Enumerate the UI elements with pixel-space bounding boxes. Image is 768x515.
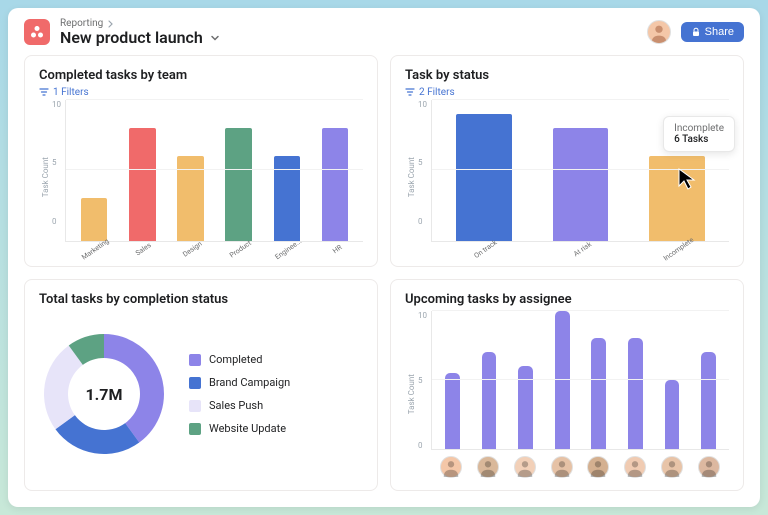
y-ticks: 10 5 0 <box>418 100 431 254</box>
assignee-avatar[interactable] <box>661 456 683 478</box>
legend-label: Brand Campaign <box>209 376 290 389</box>
y-ticks: 10 5 0 <box>418 311 431 478</box>
filter-icon <box>405 87 415 97</box>
legend-label: Completed <box>209 353 262 366</box>
ytick: 10 <box>418 100 427 109</box>
cursor-icon <box>675 166 703 194</box>
assignee-avatar[interactable] <box>587 456 609 478</box>
x-labels: MarketingSalesDesignProductEnginee...HR <box>65 242 363 254</box>
header: Reporting New product launch Share <box>8 8 760 55</box>
y-axis-label: Task Count <box>39 100 52 254</box>
assignee-avatar[interactable] <box>440 456 462 478</box>
bar <box>81 198 108 240</box>
ytick: 5 <box>52 158 61 167</box>
tooltip-title: Incomplete <box>674 123 724 134</box>
tooltip-value: 6 Tasks <box>674 134 724 145</box>
share-button[interactable]: Share <box>681 22 744 42</box>
app-frame: Reporting New product launch Share Compl… <box>8 8 760 507</box>
legend-item[interactable]: Website Update <box>189 422 290 435</box>
donut-center-value: 1.7M <box>39 329 169 459</box>
legend-item[interactable]: Completed <box>189 353 290 366</box>
card-title: Upcoming tasks by assignee <box>405 292 729 307</box>
ytick: 0 <box>52 217 61 226</box>
ytick: 5 <box>418 376 427 385</box>
card-completed-by-team: Completed tasks by team 1 Filters Task C… <box>24 55 378 267</box>
legend-swatch <box>189 377 201 389</box>
bar <box>225 128 252 241</box>
donut-chart: 1.7M <box>39 329 169 459</box>
x-labels: On trackAt riskIncomplete <box>431 242 729 254</box>
user-avatar[interactable] <box>647 20 671 44</box>
asana-icon <box>29 24 45 40</box>
bar <box>322 128 349 241</box>
ytick: 0 <box>418 217 427 226</box>
y-axis-label: Task Count <box>405 311 418 478</box>
filters-label: 2 Filters <box>419 87 455 98</box>
assignee-avatars <box>431 450 729 478</box>
card-title: Completed tasks by team <box>39 68 363 83</box>
card-by-status: Task by status 2 Filters Task Count 10 5… <box>390 55 744 267</box>
ytick: 0 <box>418 441 427 450</box>
bar <box>701 352 716 449</box>
card-upcoming-by-assignee: Upcoming tasks by assignee Task Count 10… <box>390 279 744 491</box>
bar <box>628 338 643 449</box>
legend-swatch <box>189 400 201 412</box>
assignee-avatar[interactable] <box>698 456 720 478</box>
card-title: Task by status <box>405 68 729 83</box>
page-title-row[interactable]: New product launch <box>60 29 221 47</box>
bar <box>456 114 511 241</box>
assignee-avatar[interactable] <box>514 456 536 478</box>
bars <box>65 100 363 242</box>
bar <box>129 128 156 241</box>
card-completion-status: Total tasks by completion status 1.7M Co… <box>24 279 378 491</box>
bar <box>445 373 460 449</box>
dashboard-grid: Completed tasks by team 1 Filters Task C… <box>8 55 760 507</box>
bar <box>665 380 680 449</box>
filters-link[interactable]: 1 Filters <box>39 87 363 98</box>
legend-swatch <box>189 423 201 435</box>
chart-completed-by-team: Task Count 10 5 0 MarketingSalesDesignPr… <box>39 100 363 254</box>
ytick: 10 <box>418 311 427 320</box>
assignee-avatar[interactable] <box>477 456 499 478</box>
y-axis-label: Task Count <box>405 100 418 254</box>
page-title: New product launch <box>60 29 203 47</box>
legend-swatch <box>189 354 201 366</box>
bar <box>482 352 497 449</box>
filters-link[interactable]: 2 Filters <box>405 87 729 98</box>
bar <box>553 128 608 241</box>
filters-label: 1 Filters <box>53 87 89 98</box>
assignee-avatar[interactable] <box>624 456 646 478</box>
tooltip: Incomplete 6 Tasks <box>663 116 735 152</box>
donut-row: 1.7M Completed Brand Campaign Sales Push We… <box>39 311 363 478</box>
legend: Completed Brand Campaign Sales Push Website… <box>189 353 290 435</box>
bars <box>431 311 729 450</box>
bar <box>591 338 606 449</box>
share-button-label: Share <box>705 26 734 38</box>
ytick: 10 <box>52 100 61 109</box>
breadcrumb-wrap: Reporting New product launch <box>60 18 221 47</box>
chevron-down-icon[interactable] <box>209 32 221 44</box>
y-ticks: 10 5 0 <box>52 100 65 254</box>
chevron-right-icon <box>107 20 115 28</box>
filter-icon <box>39 87 49 97</box>
assignee-avatar[interactable] <box>551 456 573 478</box>
legend-item[interactable]: Brand Campaign <box>189 376 290 389</box>
legend-label: Website Update <box>209 422 286 435</box>
chart-upcoming-by-assignee: Task Count 10 5 0 <box>405 311 729 478</box>
legend-label: Sales Push <box>209 399 263 412</box>
card-title: Total tasks by completion status <box>39 292 363 307</box>
ytick: 5 <box>418 158 427 167</box>
legend-item[interactable]: Sales Push <box>189 399 290 412</box>
app-icon <box>24 19 50 45</box>
lock-icon <box>691 27 701 37</box>
